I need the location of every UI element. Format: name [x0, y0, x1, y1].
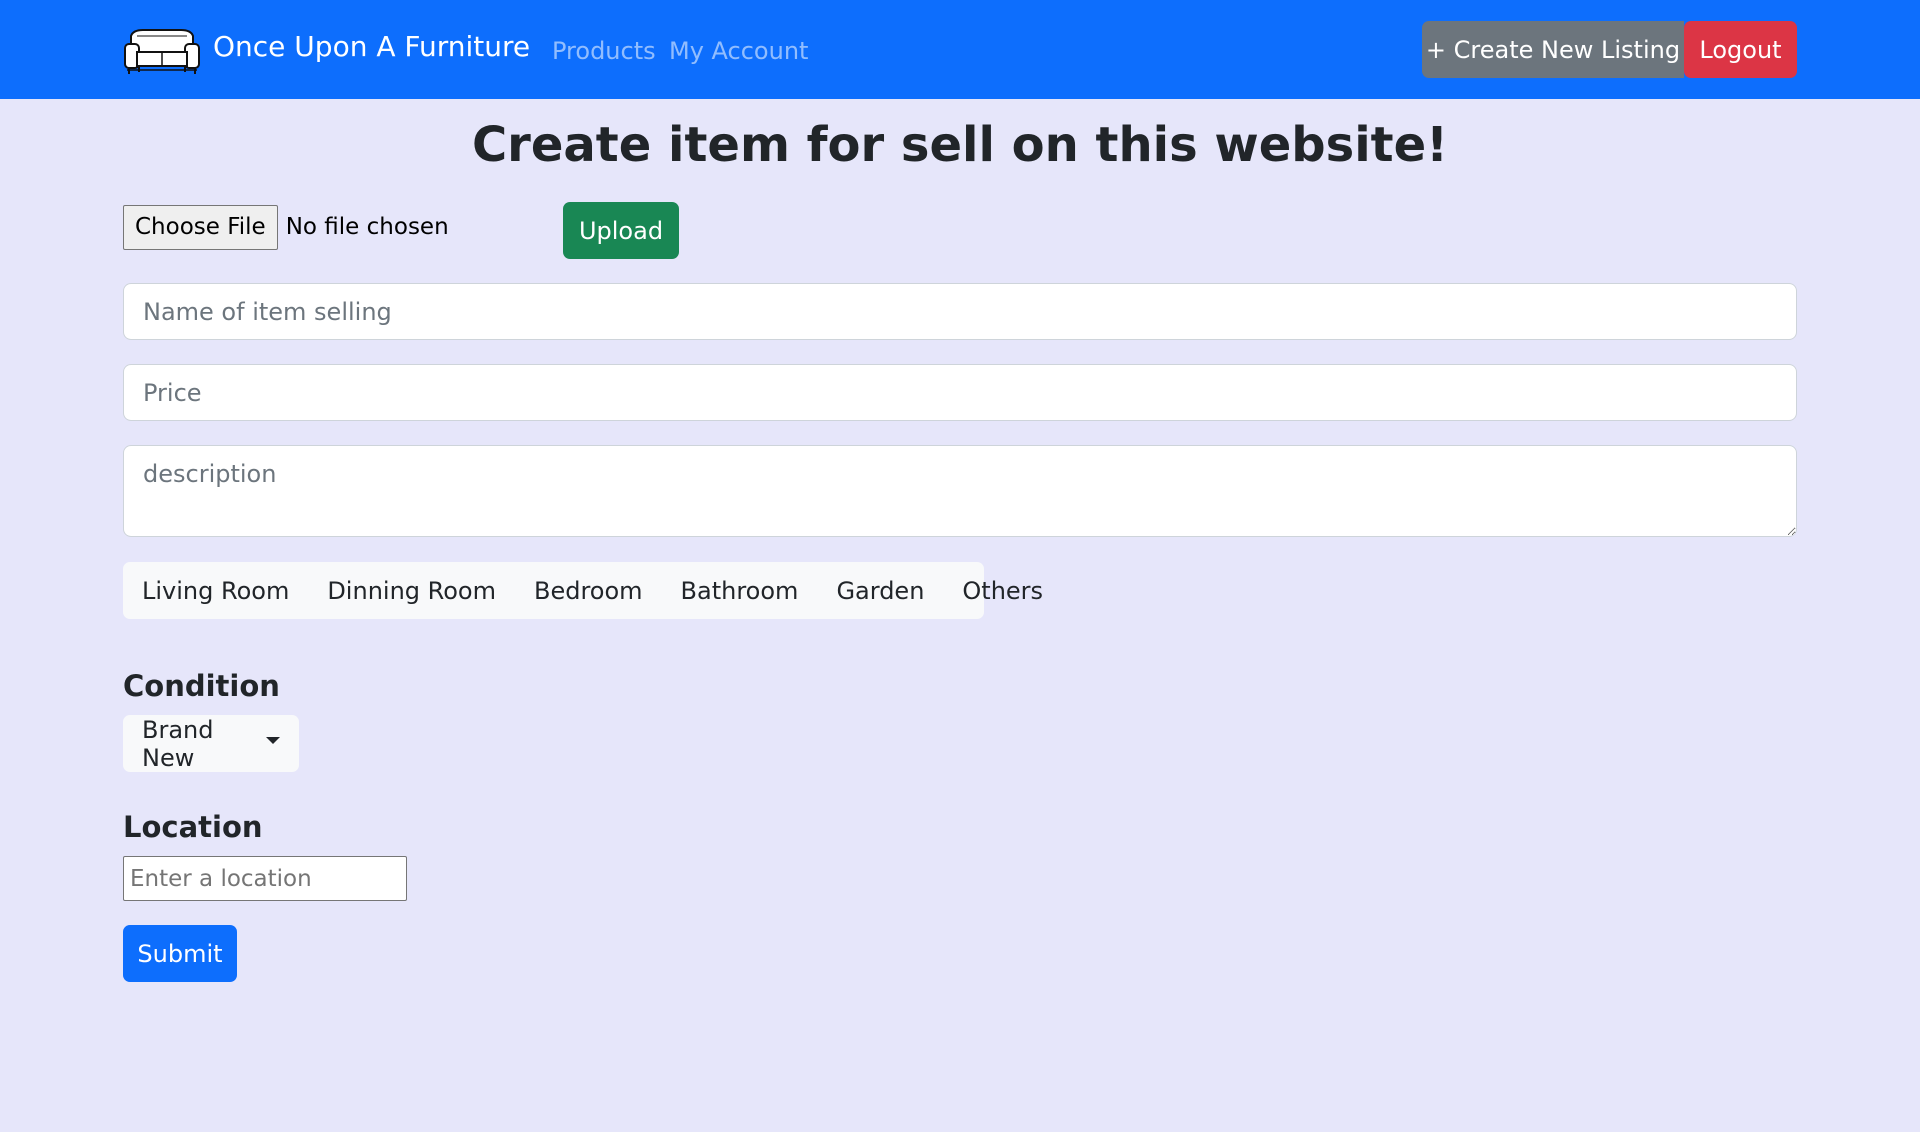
sofa-icon [124, 29, 200, 74]
price-input[interactable] [123, 364, 1797, 421]
nav-link-my-account[interactable]: My Account [669, 36, 808, 66]
category-bedroom[interactable]: Bedroom [515, 562, 662, 619]
brand-link[interactable]: Once Upon A Furniture [123, 26, 530, 78]
category-bathroom[interactable]: Bathroom [662, 562, 818, 619]
category-garden[interactable]: Garden [817, 562, 943, 619]
location-label: Location [123, 810, 263, 844]
brand-name: Once Upon A Furniture [213, 30, 531, 63]
caret-down-icon [266, 737, 280, 744]
item-name-input[interactable] [123, 283, 1797, 340]
condition-value: Brand New [142, 715, 214, 772]
logout-button[interactable]: Logout [1684, 21, 1797, 78]
choose-file-button[interactable]: Choose File [123, 204, 278, 250]
category-nav: Living Room Dinning Room Bedroom Bathroo… [123, 562, 1043, 619]
condition-label: Condition [123, 669, 280, 703]
create-new-listing-button[interactable]: + Create New Listing [1422, 21, 1684, 78]
nav-link-products[interactable]: Products [552, 36, 656, 66]
category-dinning-room[interactable]: Dinning Room [308, 562, 515, 619]
condition-dropdown[interactable]: Brand New [123, 715, 299, 772]
description-textarea[interactable] [123, 445, 1797, 537]
file-status-text: No file chosen [285, 214, 449, 240]
category-living-room[interactable]: Living Room [123, 562, 308, 619]
top-navbar: Once Upon A Furniture Products My Accoun… [0, 0, 1920, 99]
file-input[interactable]: Choose File No file chosen [123, 204, 449, 250]
page-title: Create item for sell on this website! [471, 117, 1449, 173]
category-others[interactable]: Others [943, 562, 1062, 619]
submit-button[interactable]: Submit [123, 925, 237, 982]
location-input[interactable] [123, 856, 407, 901]
upload-button[interactable]: Upload [563, 202, 679, 259]
